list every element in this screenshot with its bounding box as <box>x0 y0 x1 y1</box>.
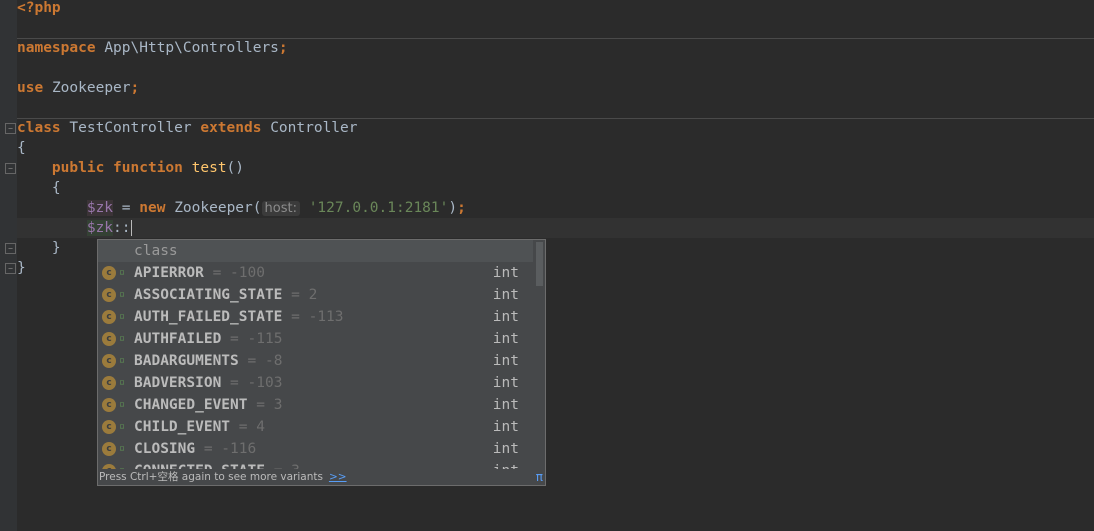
completion-item[interactable]: c ▫ ASSOCIATING_STATE = 2 int <box>98 284 533 306</box>
constant-icon: c <box>102 332 116 346</box>
item-value: = -116 <box>203 441 257 457</box>
constant-icon: c <box>102 354 116 368</box>
keyword: extends <box>200 120 262 136</box>
item-name: AUTHFAILED = -115 <box>134 331 283 347</box>
fold-icon[interactable]: − <box>5 263 16 274</box>
item-name: CHANGED_EVENT = 3 <box>134 397 283 413</box>
footer-text: Press Ctrl+空格 again to see more variants <box>99 471 323 483</box>
item-type: int <box>492 309 519 325</box>
php-open-tag: <?php <box>17 0 61 16</box>
item-value: = 3 <box>256 397 283 413</box>
more-variants-link[interactable]: >> <box>329 471 347 483</box>
item-name: AUTH_FAILED_STATE = -113 <box>134 309 344 325</box>
constant-icon: c <box>102 398 116 412</box>
keyword: class <box>17 120 61 136</box>
item-name: APIERROR = -100 <box>134 265 265 281</box>
item-name: BADVERSION = -103 <box>134 375 283 391</box>
completion-item[interactable]: c ▫ CLOSING = -116 int <box>98 438 533 460</box>
code-line-current[interactable]: $zk:: <box>17 218 1094 238</box>
completion-item[interactable]: c ▫ CHANGED_EVENT = 3 int <box>98 394 533 416</box>
constant-icon: c <box>102 420 116 434</box>
completion-item[interactable]: c ▫ BADARGUMENTS = -8 int <box>98 350 533 372</box>
keyword: new <box>139 200 166 216</box>
constructor: Zookeeper <box>174 200 253 216</box>
fold-icon[interactable]: − <box>5 163 16 174</box>
constant-icon: c <box>102 442 116 456</box>
completion-item[interactable]: c ▫ APIERROR = -100 int <box>98 262 533 284</box>
lock-icon: ▫ <box>119 355 126 366</box>
code-line[interactable]: namespace App\Http\Controllers; <box>17 38 1094 58</box>
lock-icon: ▫ <box>119 421 126 432</box>
completion-item[interactable]: class <box>98 240 533 262</box>
keyword: namespace <box>17 40 96 56</box>
item-type: int <box>492 375 519 391</box>
item-value: = -113 <box>291 309 344 325</box>
variable: $zk <box>86 220 114 236</box>
class-name: TestController <box>69 120 192 136</box>
item-type: int <box>492 397 519 413</box>
typed-text: :: <box>113 220 131 236</box>
item-type: int <box>492 441 519 457</box>
scrollbar[interactable] <box>536 242 543 286</box>
code-line[interactable]: public function test() <box>17 158 1094 178</box>
keyword: public <box>51 160 105 176</box>
item-value: = 4 <box>238 419 265 435</box>
fold-icon[interactable]: − <box>5 243 16 254</box>
item-name: class <box>134 243 178 259</box>
completion-item[interactable]: c ▫ CHILD_EVENT = 4 int <box>98 416 533 438</box>
parameter-hint: host: <box>261 201 300 216</box>
item-value: = 2 <box>291 287 318 303</box>
item-name: CLOSING = -116 <box>134 441 257 457</box>
completion-popup[interactable]: class c ▫ APIERROR = -100 int c ▫ ASSOCIATING_… <box>97 239 546 486</box>
constant-icon: c <box>102 310 116 324</box>
code-line[interactable]: { <box>17 178 1094 198</box>
code-line[interactable]: { <box>17 138 1094 158</box>
item-type: int <box>492 287 519 303</box>
code-line[interactable]: $zk = new Zookeeper(host: '127.0.0.1:218… <box>17 198 1094 218</box>
use-name: Zookeeper <box>51 80 131 96</box>
lock-icon: ▫ <box>119 399 126 410</box>
lock-icon: ▫ <box>119 311 126 322</box>
completion-item[interactable]: c ▫ AUTH_FAILED_STATE = -113 int <box>98 306 533 328</box>
item-type: int <box>492 353 519 369</box>
code-line[interactable]: use Zookeeper; <box>17 78 1094 98</box>
namespace-name: App\Http\Controllers <box>104 40 279 56</box>
keyword: function <box>113 160 183 176</box>
method-name: test <box>191 160 227 176</box>
item-type: int <box>492 331 519 347</box>
code-line[interactable]: <?php <box>17 0 1094 18</box>
constant-icon: c <box>102 288 116 302</box>
keyword: use <box>17 80 44 96</box>
item-value: = -115 <box>230 331 283 347</box>
lock-icon: ▫ <box>119 289 126 300</box>
parent-class: Controller <box>270 120 358 136</box>
constant-icon: c <box>102 376 116 390</box>
item-type: int <box>492 265 519 281</box>
fold-icon[interactable]: − <box>5 123 16 134</box>
lock-icon: ▫ <box>119 377 126 388</box>
string-arg: '127.0.0.1:2181' <box>308 200 449 216</box>
variable: $zk <box>86 200 114 216</box>
completion-item[interactable]: c ▫ AUTHFAILED = -115 int <box>98 328 533 350</box>
completion-item[interactable]: c ▫ BADVERSION = -103 int <box>98 372 533 394</box>
caret <box>130 220 132 236</box>
lock-icon: ▫ <box>119 443 126 454</box>
lock-icon: ▫ <box>119 333 126 344</box>
item-name: ASSOCIATING_STATE = 2 <box>134 287 318 303</box>
item-value: = -8 <box>247 353 283 369</box>
lock-icon: ▫ <box>119 267 126 278</box>
completion-footer: Press Ctrl+空格 again to see more variants… <box>98 469 545 485</box>
code-line[interactable]: class TestController extends Controller <box>17 118 1094 138</box>
item-name: CHILD_EVENT = 4 <box>134 419 265 435</box>
pi-icon[interactable]: π <box>536 469 543 485</box>
item-value: = -103 <box>230 375 283 391</box>
item-name: BADARGUMENTS = -8 <box>134 353 283 369</box>
item-type: int <box>492 419 519 435</box>
item-value: = -100 <box>212 265 265 281</box>
constant-icon: c <box>102 266 116 280</box>
